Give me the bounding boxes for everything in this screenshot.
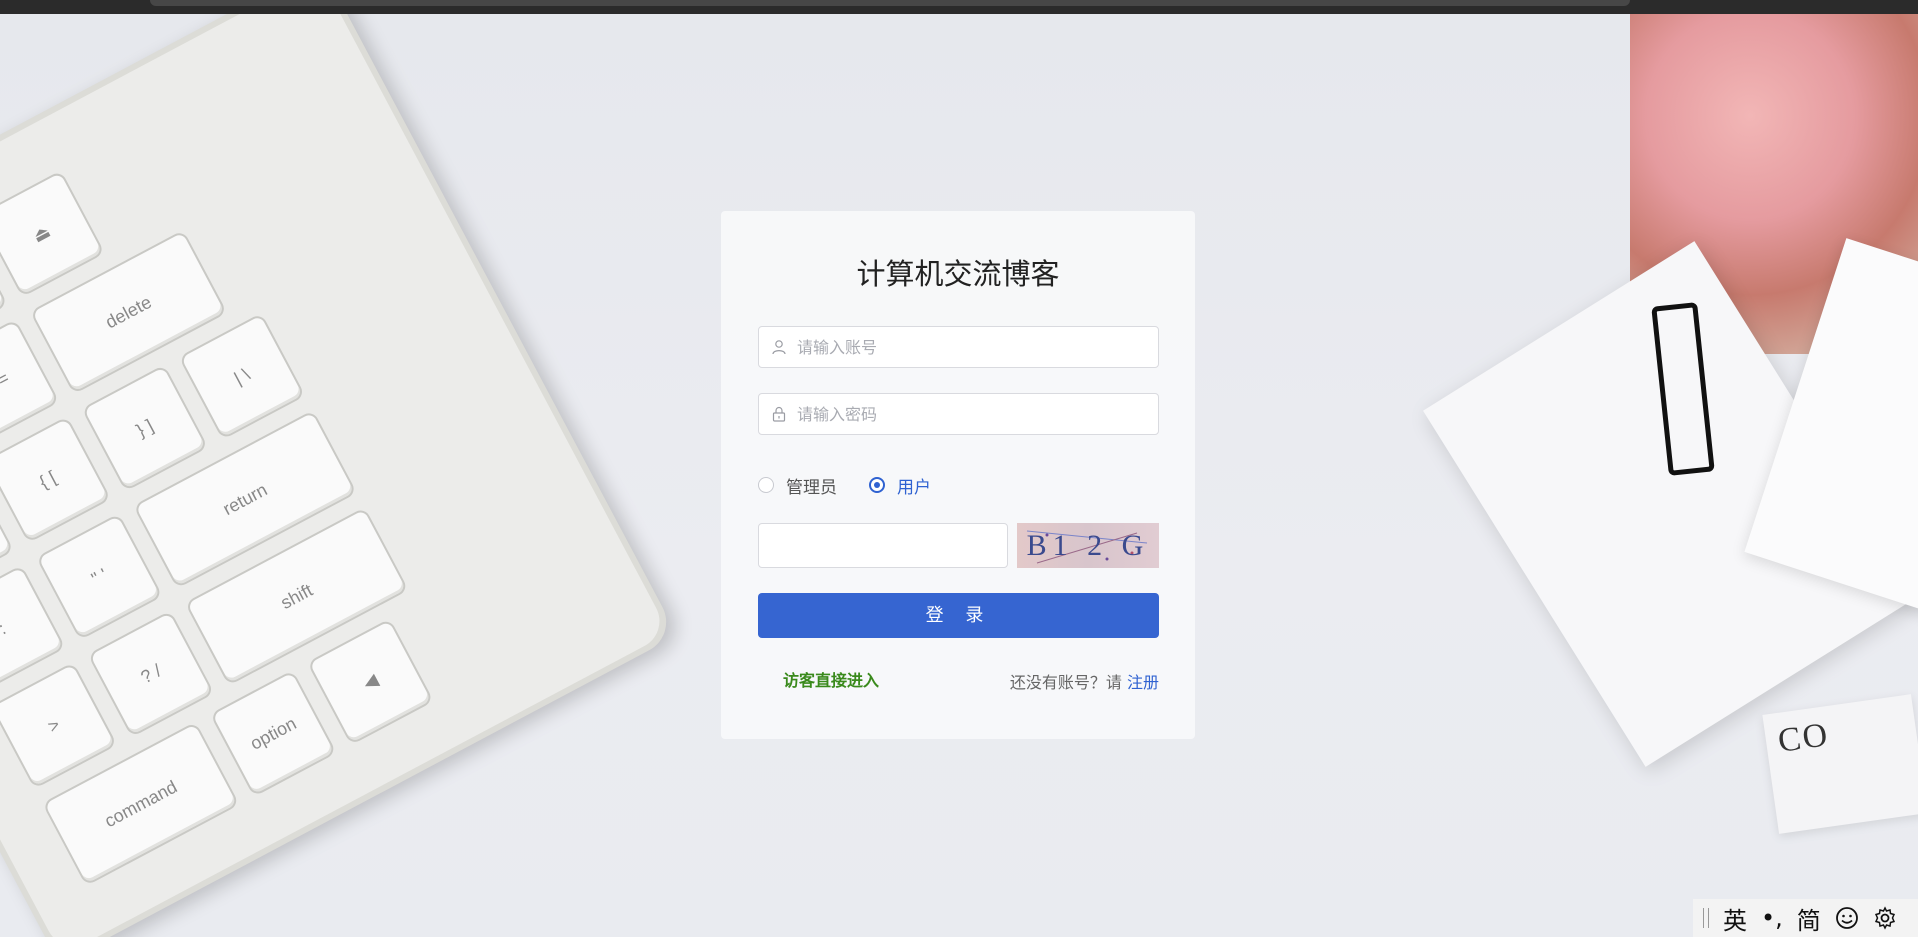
captcha-text: B1 2 G <box>1026 529 1150 562</box>
small-card: CO <box>1762 694 1918 834</box>
smiley-icon[interactable] <box>1835 906 1859 930</box>
user-icon <box>772 340 786 355</box>
radio-admin[interactable] <box>758 477 774 493</box>
guest-link[interactable]: 访客直接进入 <box>783 667 879 691</box>
captcha-input[interactable] <box>758 523 1008 568</box>
register-link[interactable]: 注册 <box>1127 673 1159 692</box>
radio-admin-label[interactable]: 管理员 <box>786 473 837 498</box>
radio-user[interactable] <box>869 477 885 493</box>
password-placeholder: 请输入密码 <box>797 405 878 424</box>
register-row: 还没有账号？请 注册 <box>1010 669 1159 693</box>
radio-user-label[interactable]: 用户 <box>897 473 931 498</box>
register-prompt: 还没有账号？请 <box>1009 673 1122 692</box>
ime-punct-toggle[interactable]: •, <box>1761 904 1783 932</box>
ime-toolbar: 英 •, 简 <box>1693 899 1918 937</box>
keyboard-illustration: F11 F12 ⏏ — + = delete P { [ } ] | \ : "… <box>0 14 678 937</box>
username-placeholder: 请输入账号 <box>797 338 878 357</box>
role-selector: 管理员 用户 <box>758 473 963 498</box>
browser-top-bar <box>0 0 1918 14</box>
login-panel: 计算机交流博客 请输入账号 请输入密码 管理员 用户 B1 2 G 登 录 访客… <box>721 211 1195 739</box>
ime-mode-toggle[interactable]: 英 <box>1723 901 1747 936</box>
username-field[interactable]: 请输入账号 <box>758 326 1159 368</box>
card-text: CO <box>1775 716 1832 760</box>
page-title: 计算机交流博客 <box>856 257 1060 291</box>
gear-icon[interactable] <box>1873 906 1897 930</box>
browser-tab-strip <box>150 0 1630 6</box>
lock-icon <box>772 406 786 422</box>
ime-charset-toggle[interactable]: 简 <box>1797 901 1821 936</box>
ime-handle[interactable] <box>1703 908 1709 928</box>
captcha-image[interactable]: B1 2 G <box>1017 523 1159 568</box>
password-field[interactable]: 请输入密码 <box>758 393 1159 435</box>
login-button[interactable]: 登 录 <box>758 593 1159 638</box>
